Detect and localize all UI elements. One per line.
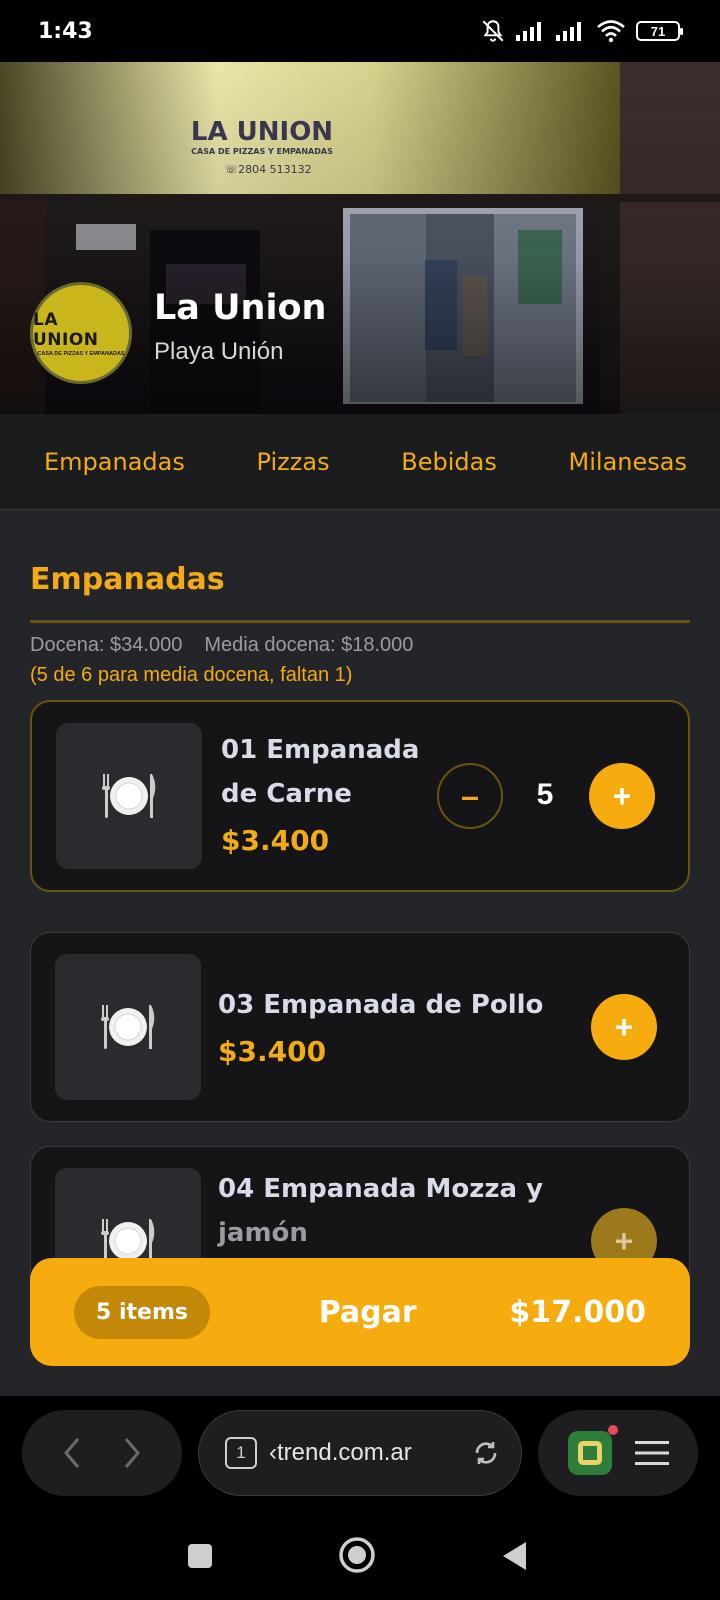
store-hero: LA UNION CASA DE PIZZAS Y EMPANADAS ☏280… bbox=[0, 62, 720, 414]
tab-milanesas[interactable]: Milanesas bbox=[569, 448, 687, 476]
home-icon[interactable] bbox=[338, 1536, 376, 1574]
plate-icon bbox=[102, 774, 156, 818]
item-name-line1: 04 Empanada Mozza y bbox=[218, 1174, 544, 1204]
system-navigation-bar bbox=[0, 1516, 720, 1600]
item-name: 04 Empanada Mozza y jamón bbox=[218, 1167, 543, 1255]
item-name: 03 Empanada de Pollo bbox=[218, 990, 544, 1020]
status-time: 1:43 bbox=[38, 18, 93, 44]
item-price: $3.400 bbox=[218, 1035, 327, 1068]
address-bar[interactable]: 1 ‹trend.com.ar bbox=[198, 1410, 522, 1496]
url-text[interactable]: ‹trend.com.ar bbox=[269, 1439, 459, 1467]
checkout-bar[interactable]: 5 items Pagar $17.000 bbox=[30, 1258, 690, 1366]
tab-pizzas[interactable]: Pizzas bbox=[257, 448, 330, 476]
wifi-icon bbox=[597, 20, 625, 43]
item-name-line2: jamón bbox=[218, 1218, 308, 1248]
item-thumbnail bbox=[56, 723, 202, 869]
add-item-button[interactable]: + bbox=[591, 994, 657, 1060]
bell-muted-icon bbox=[482, 20, 504, 42]
item-quantity: 5 bbox=[536, 778, 554, 811]
avatar-logo-sub: CASA DE PIZZAS Y EMPANADAS bbox=[37, 350, 125, 357]
decrease-quantity-button[interactable]: – bbox=[437, 763, 503, 829]
tab-bebidas[interactable]: Bebidas bbox=[401, 448, 497, 476]
battery-icon: 71 bbox=[636, 21, 683, 41]
browser-toolbar: 1 ‹trend.com.ar bbox=[0, 1396, 720, 1516]
tab-empanadas[interactable]: Empanadas bbox=[44, 448, 185, 476]
dozen-price: Docena: $34.000 bbox=[30, 634, 183, 656]
section-divider bbox=[30, 620, 690, 623]
item-price: $3.400 bbox=[221, 824, 330, 857]
pay-button-label: Pagar bbox=[318, 1294, 417, 1330]
forward-arrow-icon[interactable] bbox=[120, 1435, 144, 1471]
item-name-line1: 01 Empanada bbox=[221, 735, 420, 765]
back-icon[interactable] bbox=[500, 1540, 528, 1572]
item-name: 01 Empanada de Carne bbox=[221, 728, 419, 816]
status-bar: 1:43 71 bbox=[0, 0, 720, 62]
item-thumbnail bbox=[55, 954, 201, 1100]
back-arrow-icon[interactable] bbox=[60, 1435, 84, 1471]
avatar-logo-text: LA UNION bbox=[33, 309, 99, 350]
reload-icon[interactable] bbox=[471, 1438, 501, 1468]
cart-total: $17.000 bbox=[509, 1294, 646, 1330]
progress-note: (5 de 6 para media docena, faltan 1) bbox=[30, 664, 353, 686]
store-location: Playa Unión bbox=[154, 338, 284, 365]
half-dozen-price: Media docena: $18.000 bbox=[204, 634, 414, 656]
status-icons: 71 bbox=[480, 18, 683, 44]
menu-item-card[interactable]: 01 Empanada de Carne $3.400 – 5 + bbox=[30, 700, 690, 892]
signal-icon-2 bbox=[556, 22, 581, 41]
store-name: La Union bbox=[154, 288, 327, 328]
extension-icon[interactable] bbox=[567, 1425, 618, 1475]
menu-item-card[interactable]: 03 Empanada de Pollo $3.400 + bbox=[30, 932, 690, 1122]
hamburger-menu-icon[interactable] bbox=[634, 1439, 669, 1467]
browser-menu-buttons bbox=[538, 1410, 698, 1496]
browser-nav-buttons bbox=[22, 1410, 182, 1496]
section-title: Empanadas bbox=[30, 562, 225, 597]
category-tabs: Empanadas Pizzas Bebidas Milanesas bbox=[0, 414, 720, 510]
dozen-pricing: Docena: $34.000 Media docena: $18.000 bbox=[30, 634, 413, 657]
item-name-line2: de Carne bbox=[221, 779, 352, 809]
tab-count-icon[interactable]: 1 bbox=[225, 1437, 257, 1469]
recent-apps-icon[interactable] bbox=[186, 1542, 214, 1570]
cart-item-count: 5 items bbox=[74, 1285, 210, 1339]
increase-quantity-button[interactable]: + bbox=[589, 763, 655, 829]
plate-icon bbox=[101, 1005, 155, 1049]
store-avatar: LA UNION CASA DE PIZZAS Y EMPANADAS bbox=[30, 282, 132, 384]
signal-icon bbox=[516, 22, 541, 41]
